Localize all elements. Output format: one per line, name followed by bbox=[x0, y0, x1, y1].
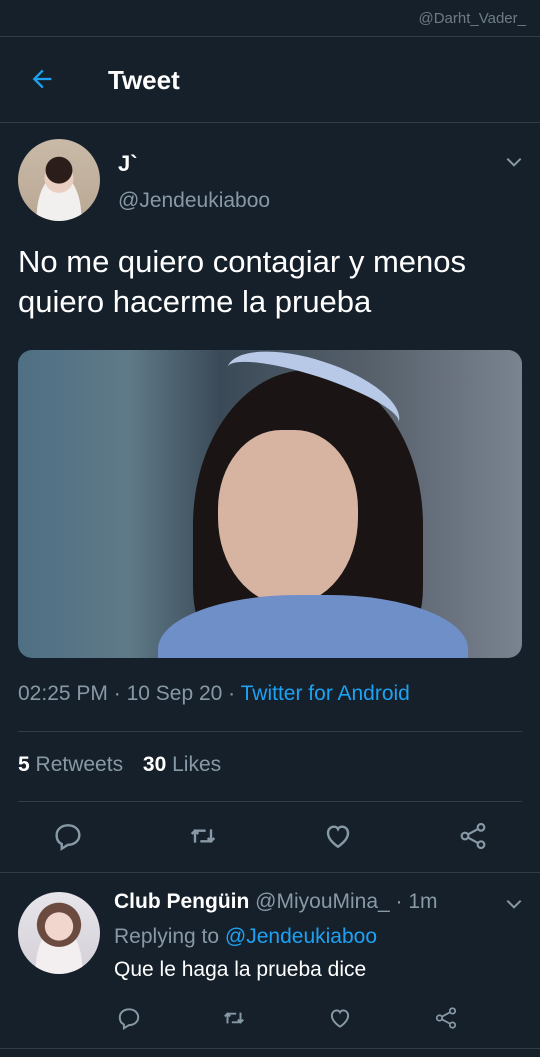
page-title: Tweet bbox=[108, 65, 180, 95]
replying-to: Replying to @Jendeukiaboo bbox=[114, 925, 378, 948]
reply-author-handle[interactable]: @MiyouMina_ bbox=[255, 890, 390, 913]
tweet-stats: 5 Retweets 30 Likes bbox=[18, 753, 235, 777]
share-icon[interactable] bbox=[457, 820, 489, 852]
heart-icon[interactable] bbox=[322, 820, 354, 852]
tweet-date: 10 Sep 20 bbox=[126, 682, 223, 705]
author-name[interactable]: J` bbox=[118, 151, 138, 177]
tweet-image[interactable] bbox=[18, 350, 522, 658]
arrow-left-icon[interactable] bbox=[28, 65, 56, 93]
reply-header: Club Pengüin @MiyouMina_ · 1m bbox=[114, 890, 438, 914]
reply-icon[interactable] bbox=[52, 820, 84, 852]
likes-stat[interactable]: 30 Likes bbox=[143, 753, 221, 776]
reply-author-name[interactable]: Club Pengüin bbox=[114, 890, 249, 913]
heart-icon[interactable] bbox=[327, 1005, 353, 1031]
retweet-icon[interactable] bbox=[221, 1005, 247, 1031]
reply-icon[interactable] bbox=[116, 1005, 142, 1031]
replying-to-mention[interactable]: @Jendeukiaboo bbox=[225, 925, 377, 948]
tweet-time: 02:25 PM bbox=[18, 682, 108, 705]
divider bbox=[0, 1048, 540, 1049]
tweet-meta: 02:25 PM · 10 Sep 20 · Twitter for Andro… bbox=[18, 682, 410, 705]
chevron-down-icon[interactable] bbox=[504, 152, 524, 172]
retweets-stat[interactable]: 5 Retweets bbox=[18, 753, 123, 776]
top-bar: Tweet bbox=[0, 36, 540, 123]
retweet-icon[interactable] bbox=[187, 820, 219, 852]
divider bbox=[0, 872, 540, 873]
reply-text: Que le haga la prueba dice bbox=[114, 958, 367, 981]
chevron-down-icon[interactable] bbox=[504, 894, 524, 914]
author-handle[interactable]: @Jendeukiaboo bbox=[118, 189, 270, 213]
share-icon[interactable] bbox=[433, 1005, 459, 1031]
reply-author-avatar[interactable] bbox=[18, 892, 100, 974]
watermark: @Darht_Vader_ bbox=[418, 10, 526, 27]
author-avatar[interactable] bbox=[18, 139, 100, 221]
tweet-text: No me quiero contagiar y menos quiero ha… bbox=[18, 244, 467, 319]
tweet-source-link[interactable]: Twitter for Android bbox=[241, 682, 410, 705]
reply-time: · 1m bbox=[395, 890, 438, 913]
divider bbox=[18, 801, 522, 802]
divider bbox=[18, 731, 522, 732]
